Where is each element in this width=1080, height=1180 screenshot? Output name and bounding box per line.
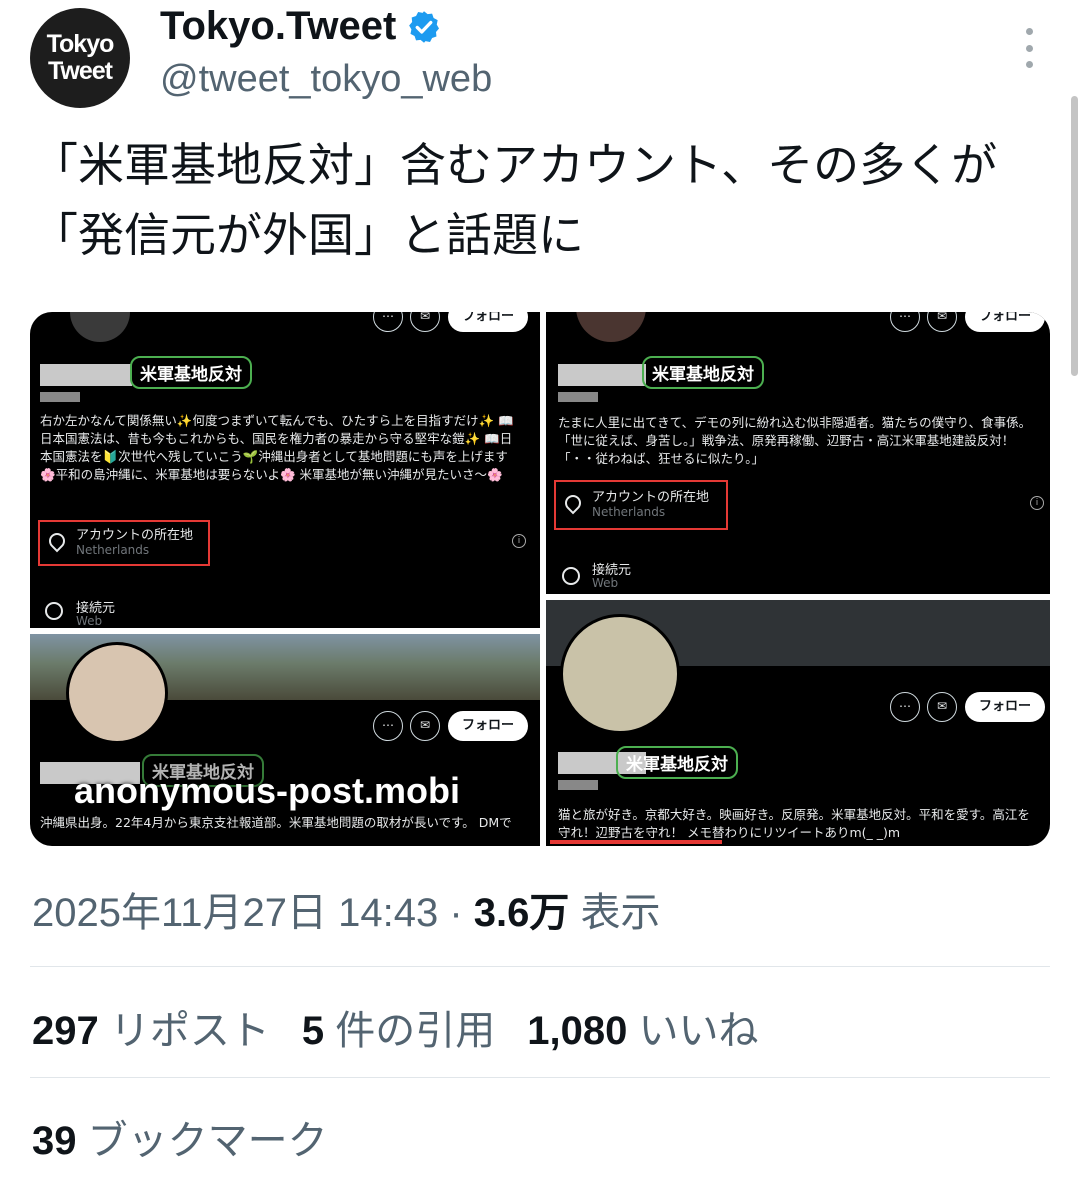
follow-button: フォロー xyxy=(448,312,529,332)
highlight-tag: 米軍基地反対 xyxy=(642,356,764,389)
tweet-text: 「米軍基地反対」含むアカウント、その多くが「発信元が外国」と話題に xyxy=(32,138,998,262)
profile-avatar xyxy=(560,614,680,734)
watermark-text: anonymous-post.mobi xyxy=(74,770,460,811)
author-name-row[interactable]: Tokyo.Tweet xyxy=(160,4,442,49)
reposts-count: 297 xyxy=(32,1009,99,1053)
reposts-stat[interactable]: 297 リポスト xyxy=(32,998,270,1056)
more-icon: ⋯ xyxy=(890,692,920,722)
media-image-2[interactable]: ⋯ ✉ フォロー 米軍基地反対 たまに人里に出てきて、デモの列に紛れ込む似非隠遁… xyxy=(546,312,1050,594)
info-icon: i xyxy=(512,534,526,548)
redacted-handle xyxy=(40,392,80,402)
bookmarks-stat[interactable]: 39 ブックマーク xyxy=(32,1108,328,1166)
engagement-stats: 297 リポスト 5 件の引用 1,080 いいね xyxy=(32,998,758,1056)
reposts-label: リポスト xyxy=(109,1009,270,1053)
profile-bio: 沖縄県出身。22年4月から東京支社報道部。米軍基地問題の取材が長いです。 DMで xyxy=(40,815,512,830)
connection-value: Web xyxy=(76,614,103,628)
views-count: 3.6万 xyxy=(473,891,570,935)
bookmarks-count: 39 xyxy=(32,1119,77,1163)
profile-avatar xyxy=(66,642,168,744)
more-options-icon[interactable] xyxy=(1018,28,1040,68)
redacted-handle xyxy=(558,780,598,790)
author-display-name[interactable]: Tokyo.Tweet xyxy=(160,4,396,49)
connection-value: Web xyxy=(592,576,619,590)
divider xyxy=(30,966,1050,967)
highlight-tag: 米軍基地反対 xyxy=(130,356,252,389)
logo-text-line1: Tokyo xyxy=(46,30,115,58)
location-value: Netherlands xyxy=(592,505,666,519)
redacted-name xyxy=(40,364,132,386)
info-icon: i xyxy=(1030,496,1044,510)
follow-button: フォロー xyxy=(448,711,529,741)
globe-icon xyxy=(45,602,63,620)
divider xyxy=(30,1077,1050,1078)
verified-badge-icon xyxy=(409,10,440,43)
follow-button: フォロー xyxy=(965,312,1046,332)
location-title: アカウントの所在地 xyxy=(76,528,194,543)
follow-button: フォロー xyxy=(965,692,1046,722)
mail-icon: ✉ xyxy=(410,711,440,741)
profile-bio: たまに人里に出てきて、デモの列に紛れ込む似非隠遁者。猫たちの僕守り、食事係。「世… xyxy=(558,415,1032,466)
quotes-count: 5 xyxy=(301,1009,325,1053)
likes-label: いいね xyxy=(638,1009,759,1053)
location-highlight-box xyxy=(550,840,722,844)
profile-bio: 猫と旅が好き。京都大好き。映画好き。反原発。米軍基地反対。平和を愛す。高江を守れ… xyxy=(558,807,1030,840)
media-image-3[interactable]: ⋯ ✉ フォロー 米軍基地反対 沖縄県出身。22年4月から東京支社報道部。米軍基… xyxy=(30,634,540,846)
more-icon: ⋯ xyxy=(373,711,403,741)
globe-icon xyxy=(562,567,580,585)
tweet-meta: 2025年11月27日 14:43 · 3.6万 表示 xyxy=(32,880,661,938)
redacted-handle xyxy=(558,392,598,402)
timestamp[interactable]: 2025年11月27日 14:43 xyxy=(32,891,438,935)
scrollbar[interactable] xyxy=(1071,96,1078,376)
bookmarks-label: ブックマーク xyxy=(87,1119,328,1163)
logo-text-line2: Tweet xyxy=(48,57,113,85)
views-label: 表示 xyxy=(580,891,661,935)
profile-avatar xyxy=(576,312,646,342)
location-title: アカウントの所在地 xyxy=(592,490,710,505)
mail-icon: ✉ xyxy=(927,312,957,332)
more-icon: ⋯ xyxy=(890,312,920,332)
location-value: Netherlands xyxy=(76,543,150,557)
redacted-name xyxy=(558,364,646,386)
mail-icon: ✉ xyxy=(410,312,440,332)
profile-bio: 右か左かなんて関係無い✨何度つまずいて転んでも、ひたすら上を目指すだけ✨ 📖日本… xyxy=(40,413,514,482)
profile-avatar xyxy=(70,312,130,342)
author-handle[interactable]: @tweet_tokyo_web xyxy=(160,58,492,101)
media-image-1[interactable]: ⋯ ✉ フォロー 米軍基地反対 右か左かなんて関係無い✨何度つまずいて転んでも、… xyxy=(30,312,540,628)
mail-icon: ✉ xyxy=(927,692,957,722)
media-image-4[interactable]: ⋯ ✉ フォロー 米軍基地反対 猫と旅が好き。京都大好き。映画好き。反原発。米軍… xyxy=(546,600,1050,846)
author-avatar[interactable]: Tokyo Tweet xyxy=(30,8,130,108)
quotes-label: 件の引用 xyxy=(335,1009,496,1053)
meta-separator: · xyxy=(449,891,474,935)
media-grid[interactable]: ⋯ ✉ フォロー 米軍基地反対 右か左かなんて関係無い✨何度つまずいて転んでも、… xyxy=(30,312,1050,846)
highlight-tag: 米軍基地反対 xyxy=(616,746,738,779)
more-icon: ⋯ xyxy=(373,312,403,332)
likes-stat[interactable]: 1,080 いいね xyxy=(527,998,758,1056)
likes-count: 1,080 xyxy=(527,1009,628,1053)
quotes-stat[interactable]: 5 件の引用 xyxy=(302,998,495,1056)
